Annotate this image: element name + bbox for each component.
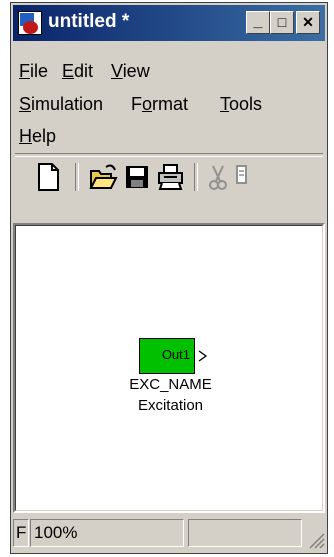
copy-icon[interactable] xyxy=(233,161,253,193)
new-file-icon[interactable] xyxy=(33,161,63,193)
simulink-model-icon[interactable] xyxy=(18,11,42,35)
status-pane-empty xyxy=(188,519,302,547)
menu-format[interactable]: Format xyxy=(131,94,188,115)
menu-simulation[interactable]: Simulation xyxy=(19,94,103,115)
menu-help[interactable]: Help xyxy=(19,126,56,147)
block-name[interactable]: EXC_NAME xyxy=(15,376,326,393)
output-port-arrow-icon[interactable] xyxy=(197,349,209,363)
status-pane-first: F xyxy=(13,519,29,547)
open-folder-icon[interactable] xyxy=(88,161,118,193)
status-pane-zoom: 100% xyxy=(30,519,184,547)
status-bar: F 100% xyxy=(13,519,325,549)
menu-tools[interactable]: Tools xyxy=(220,94,262,115)
print-icon[interactable] xyxy=(155,161,185,193)
block-port-label: Out1 xyxy=(161,347,190,362)
title-bar[interactable]: untitled * _ □ ✕ xyxy=(13,5,325,41)
maximize-button[interactable]: □ xyxy=(270,11,294,34)
menu-edit[interactable]: Edit xyxy=(62,61,93,82)
close-icon: ✕ xyxy=(302,14,314,30)
minimize-button[interactable]: _ xyxy=(246,11,270,34)
model-canvas[interactable]: Out1 EXC_NAME Excitation xyxy=(13,223,325,513)
window-title: untitled * xyxy=(48,11,130,32)
close-button[interactable]: ✕ xyxy=(296,11,320,34)
maximize-icon: □ xyxy=(277,14,287,30)
menu-view[interactable]: View xyxy=(111,61,150,82)
toolbar-separator xyxy=(194,163,198,191)
menu-file[interactable]: File xyxy=(19,61,48,82)
resize-grip-icon[interactable] xyxy=(307,531,325,549)
menu-toolbar-divider xyxy=(15,153,323,157)
block-type-label: Excitation xyxy=(137,397,204,414)
excitation-block[interactable]: Out1 xyxy=(139,338,195,374)
toolbar-separator xyxy=(75,163,79,191)
cut-icon[interactable] xyxy=(203,161,233,193)
model-window: untitled * _ □ ✕ File Edit View Simulati… xyxy=(10,2,328,554)
save-icon[interactable] xyxy=(122,161,152,193)
minimize-icon: _ xyxy=(253,13,263,30)
